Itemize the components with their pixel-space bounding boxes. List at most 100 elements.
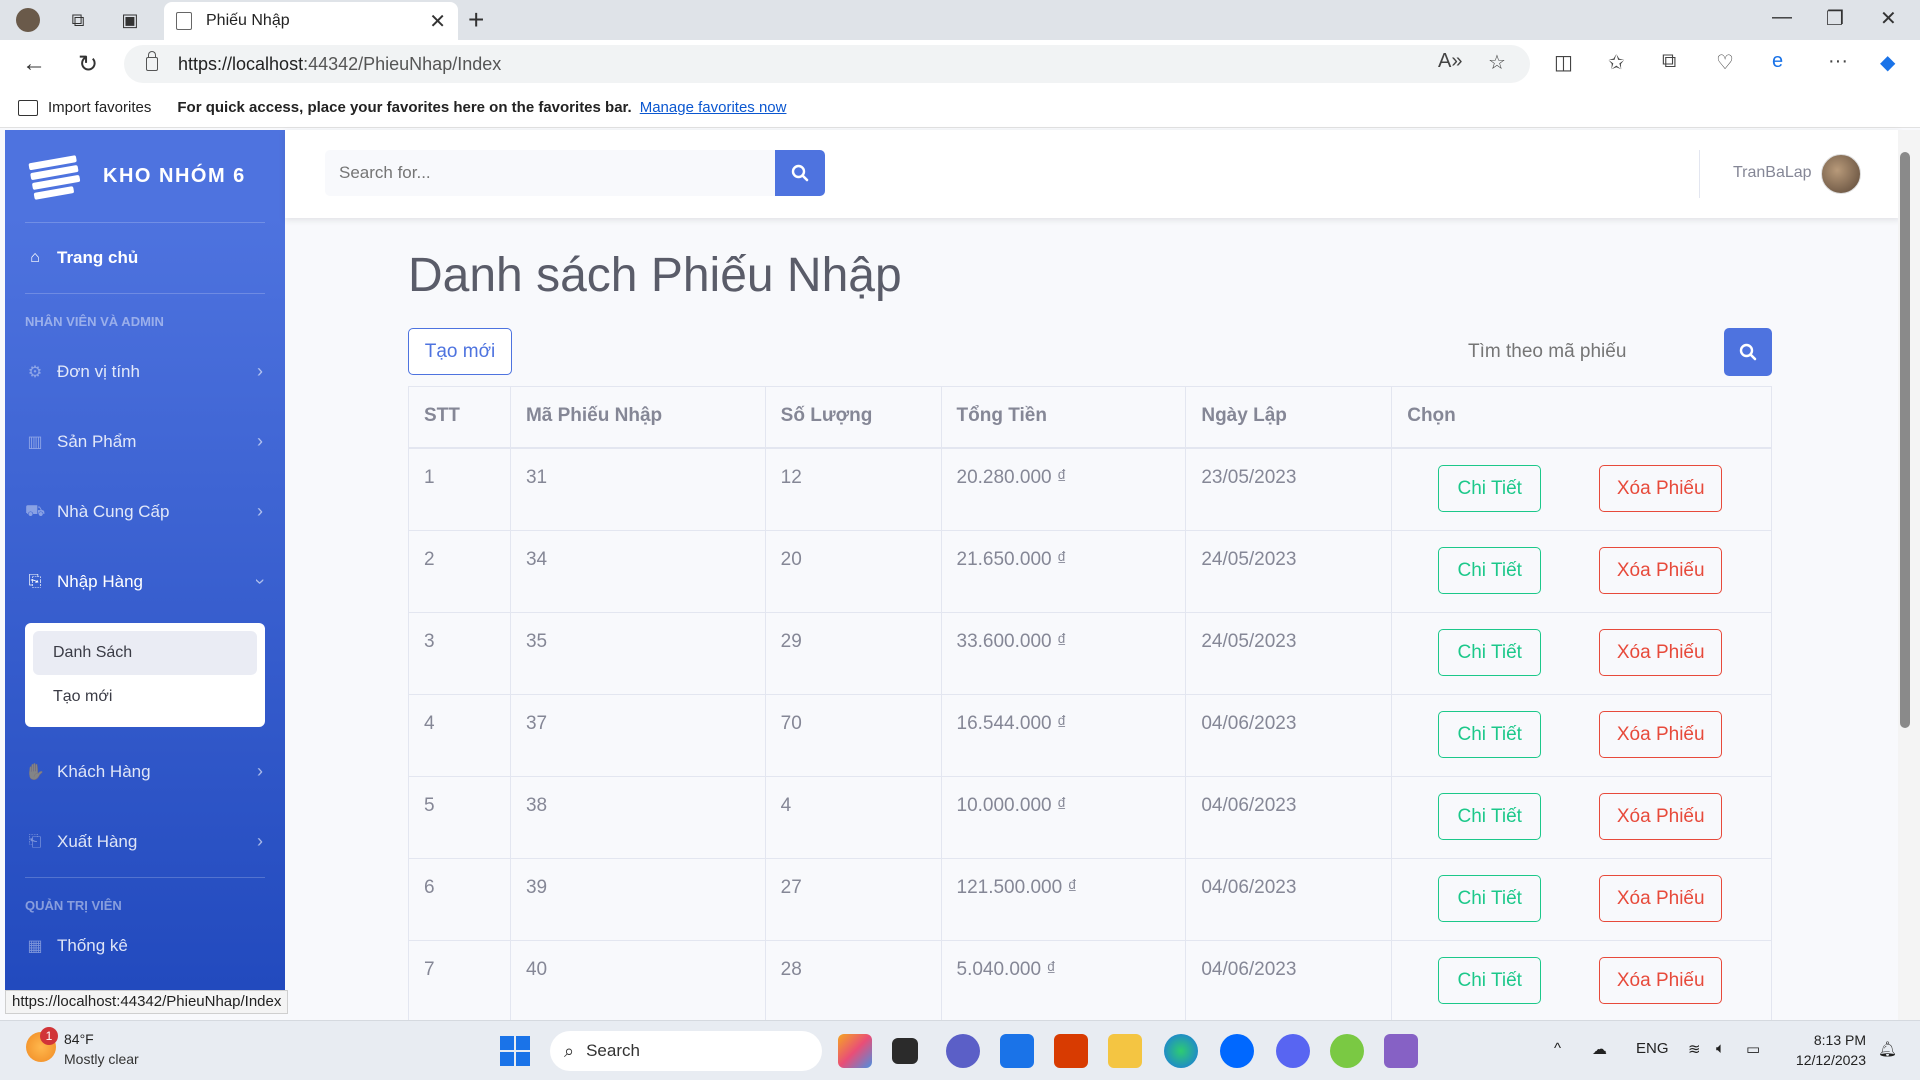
submenu-item-list[interactable]: Danh Sách bbox=[33, 631, 257, 675]
workspaces-icon[interactable]: ⧉ bbox=[66, 8, 90, 32]
cell-code: 40 bbox=[509, 939, 766, 1023]
office-icon[interactable] bbox=[1054, 1034, 1088, 1068]
find-button[interactable] bbox=[1724, 328, 1772, 376]
detail-button[interactable]: Chi Tiết bbox=[1438, 628, 1542, 676]
address-bar[interactable]: https://localhost:44342/PhieuNhap/Index bbox=[124, 45, 1530, 83]
more-options-icon[interactable]: ··· bbox=[1828, 50, 1848, 73]
status-url-tooltip: https://localhost:44342/PhieuNhap/Index bbox=[5, 990, 289, 1014]
sidebar-item-stats[interactable]: ▦ Thống kê bbox=[5, 921, 285, 971]
profile-avatar-icon[interactable] bbox=[16, 8, 40, 32]
split-screen-icon[interactable]: ◫ bbox=[1554, 50, 1573, 75]
language-indicator[interactable]: ENG bbox=[1636, 1040, 1669, 1057]
sidebar-item-home[interactable]: ⌂ Trang chủ bbox=[5, 223, 285, 293]
app-icon[interactable] bbox=[1330, 1034, 1364, 1068]
discord-icon[interactable] bbox=[1276, 1034, 1310, 1068]
find-code-input[interactable] bbox=[1448, 328, 1724, 376]
edge-icon[interactable] bbox=[1164, 1034, 1198, 1068]
manage-favorites-link[interactable]: Manage favorites now bbox=[640, 99, 787, 116]
clock-time[interactable]: 8:13 PM bbox=[1776, 1032, 1866, 1048]
scrollbar-thumb[interactable] bbox=[1900, 152, 1910, 728]
import-favorites-button[interactable]: Import favorites bbox=[48, 99, 151, 116]
sidebar-item-customers[interactable]: ✋ Khách Hàng › bbox=[5, 737, 285, 807]
user-name[interactable]: TranBaLap bbox=[1733, 164, 1812, 182]
import-receipts-table: STT Mã Phiếu Nhập Số Lượng Tổng Tiền Ngà… bbox=[408, 386, 1772, 1023]
new-tab-icon[interactable]: + bbox=[468, 4, 484, 36]
file-explorer-icon[interactable] bbox=[1108, 1034, 1142, 1068]
sidebar-item-label: Thống kê bbox=[57, 936, 128, 955]
delete-button[interactable]: Xóa Phiếu bbox=[1599, 792, 1723, 840]
browser-essentials-icon[interactable]: ♡ bbox=[1716, 50, 1734, 75]
delete-button[interactable]: Xóa Phiếu bbox=[1599, 546, 1723, 594]
delete-button[interactable]: Xóa Phiếu bbox=[1599, 628, 1723, 676]
search-icon bbox=[1739, 343, 1757, 361]
favorites-icon[interactable]: ✩ bbox=[1608, 50, 1625, 75]
import-favorites-icon[interactable] bbox=[18, 99, 38, 116]
clock-date[interactable]: 12/12/2023 bbox=[1776, 1052, 1866, 1068]
chevron-up-icon[interactable]: ^ bbox=[1554, 1040, 1561, 1057]
cell-date: 23/05/2023 bbox=[1185, 447, 1393, 531]
column-header: Chọn bbox=[1391, 386, 1772, 449]
cell-code: 31 bbox=[509, 447, 766, 531]
back-icon[interactable]: ← bbox=[22, 50, 46, 78]
sidebar-item-import[interactable]: ⎘ Nhập Hàng › bbox=[5, 547, 285, 617]
refresh-icon[interactable]: ↻ bbox=[78, 50, 98, 79]
teams-icon[interactable] bbox=[946, 1034, 980, 1068]
detail-button[interactable]: Chi Tiết bbox=[1438, 546, 1542, 594]
tab-actions-icon[interactable]: ▣ bbox=[118, 8, 142, 32]
notification-bell-icon[interactable]: 🔔︎ bbox=[1878, 1040, 1897, 1058]
search-input[interactable] bbox=[325, 150, 775, 196]
tab-close-icon[interactable]: ✕ bbox=[429, 9, 446, 34]
avatar[interactable] bbox=[1821, 154, 1861, 194]
sidebar-item-products[interactable]: ▥ Sản Phẩm › bbox=[5, 407, 285, 477]
mail-icon[interactable] bbox=[1000, 1034, 1034, 1068]
task-view-icon[interactable] bbox=[892, 1038, 918, 1064]
sidebar-item-unit[interactable]: ⚙ Đơn vị tính › bbox=[5, 337, 285, 407]
file-import-icon: ⎘ bbox=[28, 573, 42, 590]
read-aloud-icon[interactable]: A» bbox=[1438, 50, 1462, 73]
start-button[interactable] bbox=[500, 1036, 530, 1066]
cell-stt: 3 bbox=[408, 611, 511, 695]
detail-button[interactable]: Chi Tiết bbox=[1438, 710, 1542, 758]
minimize-icon[interactable]: — bbox=[1772, 6, 1792, 29]
page-favicon-icon bbox=[176, 12, 192, 30]
restore-icon[interactable]: ❐ bbox=[1826, 6, 1844, 31]
window-close-icon[interactable]: ✕ bbox=[1880, 6, 1897, 31]
chevron-right-icon: › bbox=[257, 431, 263, 451]
visual-studio-icon[interactable] bbox=[1384, 1034, 1418, 1068]
favorite-star-icon[interactable]: ☆ bbox=[1488, 50, 1506, 75]
cell-date: 04/06/2023 bbox=[1185, 775, 1393, 859]
delete-button[interactable]: Xóa Phiếu bbox=[1599, 956, 1723, 1004]
zalo-icon[interactable] bbox=[1220, 1034, 1254, 1068]
detail-button[interactable]: Chi Tiết bbox=[1438, 956, 1542, 1004]
volume-icon[interactable]: 🔈︎ bbox=[1716, 1040, 1725, 1057]
detail-button[interactable]: Chi Tiết bbox=[1438, 874, 1542, 922]
cell-quantity: 28 bbox=[764, 939, 942, 1023]
cell-code: 38 bbox=[509, 775, 766, 859]
sidebar-item-suppliers[interactable]: ⛟ Nhà Cung Cấp › bbox=[5, 477, 285, 547]
tab-phieu-nhap[interactable]: Phiếu Nhập ✕ bbox=[164, 2, 458, 40]
detail-button[interactable]: Chi Tiết bbox=[1438, 792, 1542, 840]
onedrive-icon[interactable]: ☁ bbox=[1592, 1040, 1607, 1058]
delete-button[interactable]: Xóa Phiếu bbox=[1599, 874, 1723, 922]
cell-code: 37 bbox=[509, 693, 766, 777]
weather-description[interactable]: Mostly clear bbox=[64, 1051, 139, 1067]
cell-actions: Chi Tiết Xóa Phiếu bbox=[1391, 857, 1772, 941]
battery-icon[interactable]: ▭ bbox=[1746, 1040, 1760, 1058]
copilot-app-icon[interactable] bbox=[838, 1034, 872, 1068]
sidebar-brand[interactable]: KHO NHÓM 6 bbox=[5, 130, 285, 222]
detail-button[interactable]: Chi Tiết bbox=[1438, 464, 1542, 512]
search-button[interactable] bbox=[775, 150, 825, 196]
delete-button[interactable]: Xóa Phiếu bbox=[1599, 710, 1723, 758]
taskbar-search[interactable]: ⌕ Search bbox=[550, 1031, 822, 1071]
delete-button[interactable]: Xóa Phiếu bbox=[1599, 464, 1723, 512]
sidebar-item-export[interactable]: ⎗ Xuất Hàng › bbox=[5, 807, 285, 877]
tab-title: Phiếu Nhập bbox=[206, 12, 290, 29]
edge-bar-icon[interactable]: e bbox=[1772, 50, 1783, 73]
copilot-icon[interactable]: ◆ bbox=[1880, 50, 1895, 75]
collections-icon[interactable]: ⧉ bbox=[1662, 50, 1676, 73]
create-new-button[interactable]: Tạo mới bbox=[408, 328, 512, 375]
column-header: Tổng Tiền bbox=[940, 386, 1187, 449]
weather-temperature[interactable]: 84°F bbox=[64, 1031, 94, 1047]
wifi-icon[interactable]: ≋ bbox=[1688, 1040, 1701, 1058]
submenu-item-create[interactable]: Tạo mới bbox=[33, 675, 257, 719]
